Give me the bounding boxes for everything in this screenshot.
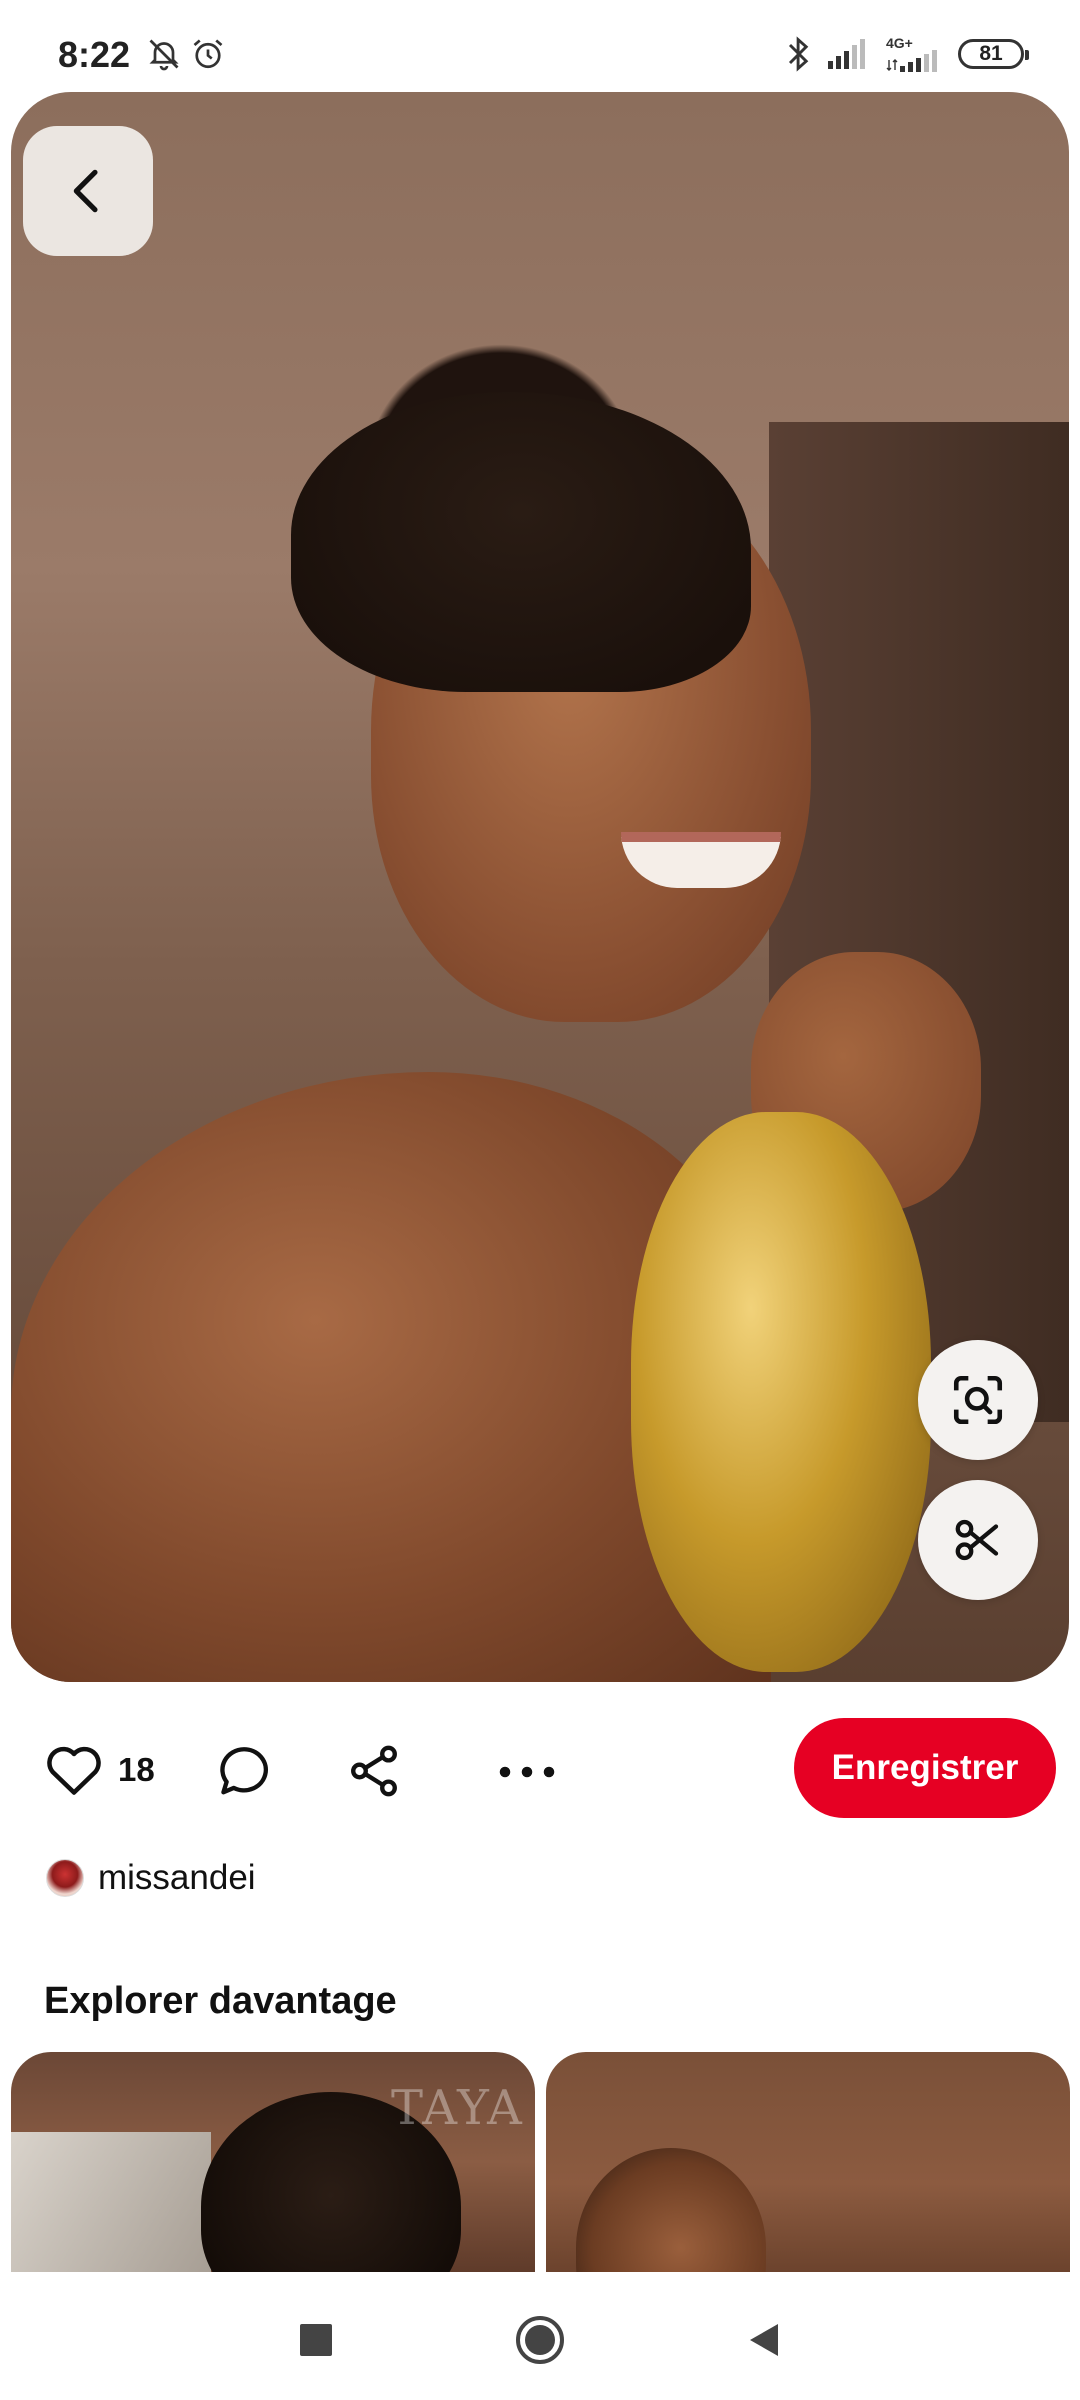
battery-indicator: 81 bbox=[958, 39, 1029, 69]
image-hair bbox=[291, 392, 751, 692]
author-name[interactable]: missandei bbox=[98, 1858, 256, 1898]
mute-bell-icon bbox=[149, 39, 179, 71]
comment-icon bbox=[220, 1747, 269, 1795]
signal-icon bbox=[828, 39, 865, 69]
like-count: 18 bbox=[118, 1751, 155, 1788]
share-button[interactable] bbox=[344, 1742, 404, 1800]
status-icons: 4G+ 81 bbox=[786, 34, 1029, 74]
section-title: Explorer davantage bbox=[44, 1980, 397, 2022]
more-icon bbox=[499, 1766, 555, 1778]
status-bar: 8:22 4G+ 81 bbox=[0, 0, 1080, 92]
visual-search-button[interactable] bbox=[918, 1340, 1038, 1460]
home-button[interactable] bbox=[512, 2312, 568, 2368]
back-arrow-icon bbox=[73, 169, 98, 213]
battery-level: 81 bbox=[979, 42, 1003, 65]
explore-pin-2[interactable] bbox=[546, 2052, 1070, 2272]
action-bar: 18 Enregistrer bbox=[0, 1718, 1080, 1822]
back-button[interactable] bbox=[23, 126, 153, 256]
tile-watermark: TAYA bbox=[391, 2080, 524, 2136]
like-button[interactable]: 18 bbox=[44, 1742, 155, 1798]
explore-pin-1[interactable]: TAYA bbox=[11, 2052, 535, 2272]
save-button[interactable]: Enregistrer bbox=[794, 1718, 1056, 1818]
avatar[interactable] bbox=[46, 1859, 84, 1897]
heart-icon bbox=[47, 1746, 101, 1795]
bluetooth-icon bbox=[788, 36, 809, 72]
share-icon bbox=[351, 1745, 397, 1797]
more-options-button[interactable] bbox=[494, 1752, 560, 1792]
alarm-icon bbox=[193, 39, 223, 69]
back-nav-button[interactable] bbox=[736, 2312, 792, 2368]
square-icon bbox=[300, 2324, 332, 2356]
recents-button[interactable] bbox=[288, 2312, 344, 2368]
triangle-back-icon bbox=[750, 2324, 778, 2356]
network-type: 4G+ bbox=[886, 35, 913, 51]
lte-signal: 4G+ bbox=[886, 36, 942, 72]
status-time: 8:22 bbox=[58, 34, 131, 75]
visual-search-icon bbox=[953, 1375, 1003, 1425]
pin-image[interactable] bbox=[11, 92, 1069, 1682]
cutout-button[interactable] bbox=[918, 1480, 1038, 1600]
scissors-icon bbox=[955, 1519, 999, 1561]
tile-subject bbox=[576, 2148, 766, 2272]
signal-icon-2 bbox=[886, 50, 937, 72]
system-nav-bar bbox=[0, 2272, 1080, 2400]
tile-fabric bbox=[11, 2132, 211, 2272]
image-gold-dress bbox=[631, 1112, 931, 1672]
author-row[interactable]: missandei bbox=[46, 1856, 256, 1900]
home-circle-icon bbox=[516, 2316, 564, 2364]
comment-button[interactable] bbox=[214, 1742, 274, 1800]
